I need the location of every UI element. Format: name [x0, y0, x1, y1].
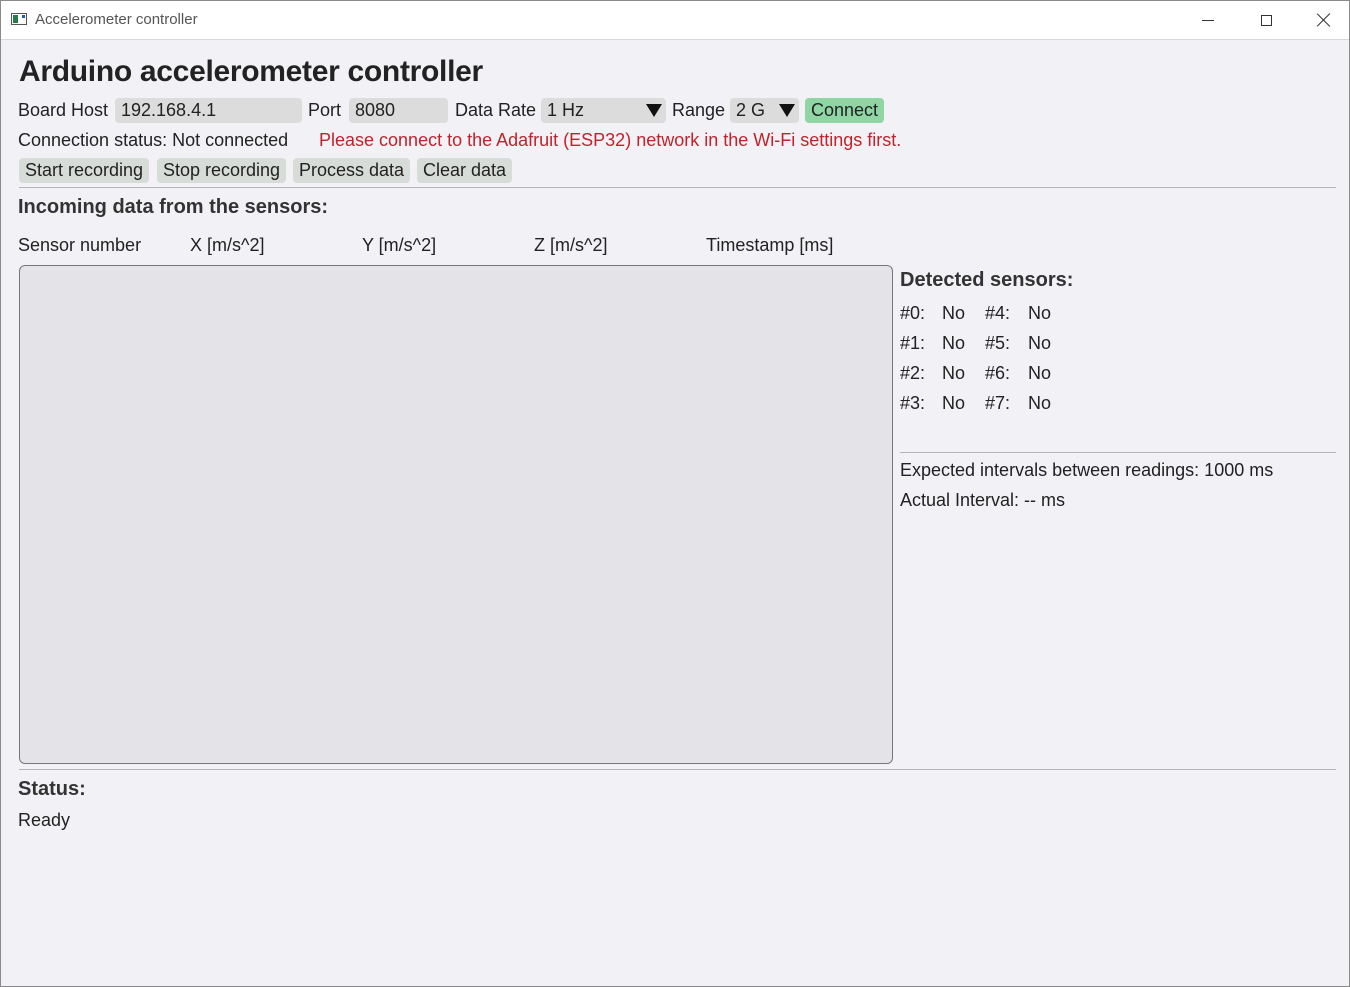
dropdown-arrow-icon [646, 104, 662, 117]
stop-recording-button[interactable]: Stop recording [157, 158, 287, 183]
title-bar: Accelerometer controller [1, 1, 1349, 40]
status-heading: Status: [18, 778, 86, 800]
actual-interval: Actual Interval: -- ms [900, 490, 1066, 510]
sensor-status: No [942, 303, 966, 323]
app-icon [11, 13, 27, 25]
range-value: 2 G [736, 100, 766, 120]
port-label: Port [308, 100, 342, 120]
close-icon [1317, 13, 1331, 27]
column-header: Timestamp [ms] [706, 235, 834, 255]
divider [900, 452, 1336, 453]
column-header: Z [m/s^2] [534, 235, 608, 255]
minimize-icon [1202, 19, 1214, 21]
sensor-status: No [1028, 303, 1052, 323]
maximize-button[interactable] [1237, 1, 1295, 39]
process-data-button[interactable]: Process data [293, 158, 411, 183]
data-rate-value: 1 Hz [547, 100, 585, 120]
data-rate-select[interactable]: 1 Hz [541, 98, 666, 123]
sensor-label: #6: [985, 363, 1011, 383]
page-title: Arduino accelerometer controller [19, 55, 483, 88]
range-label: Range [672, 100, 726, 120]
detected-sensors-heading: Detected sensors: [900, 269, 1074, 291]
sensor-status: No [1028, 363, 1052, 383]
close-button[interactable] [1295, 1, 1350, 39]
sensor-label: #3: [900, 393, 926, 413]
board-host-label: Board Host [18, 100, 109, 120]
wifi-warning: Please connect to the Adafruit (ESP32) n… [319, 130, 902, 150]
incoming-data-heading: Incoming data from the sensors: [18, 196, 329, 218]
sensor-status: No [942, 393, 966, 413]
board-host-input[interactable]: 192.168.4.1 [115, 98, 302, 123]
column-header: X [m/s^2] [190, 235, 265, 255]
sensor-label: #4: [985, 303, 1011, 323]
divider [19, 187, 1336, 188]
sensor-label: #1: [900, 333, 926, 353]
maximize-icon [1260, 14, 1272, 26]
sensor-label: #7: [985, 393, 1011, 413]
sensor-label: #0: [900, 303, 926, 323]
sensor-label: #5: [985, 333, 1011, 353]
dropdown-arrow-icon [779, 104, 795, 117]
port-input[interactable]: 8080 [349, 98, 448, 123]
app-window: Accelerometer controller Arduino acceler… [0, 0, 1350, 987]
sensor-label: #2: [900, 363, 926, 383]
data-rate-label: Data Rate [455, 100, 537, 120]
sensor-status: No [1028, 333, 1052, 353]
divider [19, 769, 1336, 770]
incoming-data-list[interactable] [19, 265, 893, 764]
sensor-status: No [942, 333, 966, 353]
range-select[interactable]: 2 G [730, 98, 799, 123]
column-header: Sensor number [18, 235, 142, 255]
status-value: Ready [18, 810, 71, 830]
expected-interval: Expected intervals between readings: 100… [900, 460, 1274, 480]
minimize-button[interactable] [1179, 1, 1237, 39]
start-recording-button[interactable]: Start recording [19, 158, 150, 183]
column-header: Y [m/s^2] [362, 235, 437, 255]
sensor-status: No [1028, 393, 1052, 413]
sensor-status: No [942, 363, 966, 383]
connection-status: Connection status: Not connected [18, 130, 289, 150]
window-title: Accelerometer controller [35, 11, 198, 28]
clear-data-button[interactable]: Clear data [417, 158, 513, 183]
connect-button[interactable]: Connect [805, 98, 885, 123]
